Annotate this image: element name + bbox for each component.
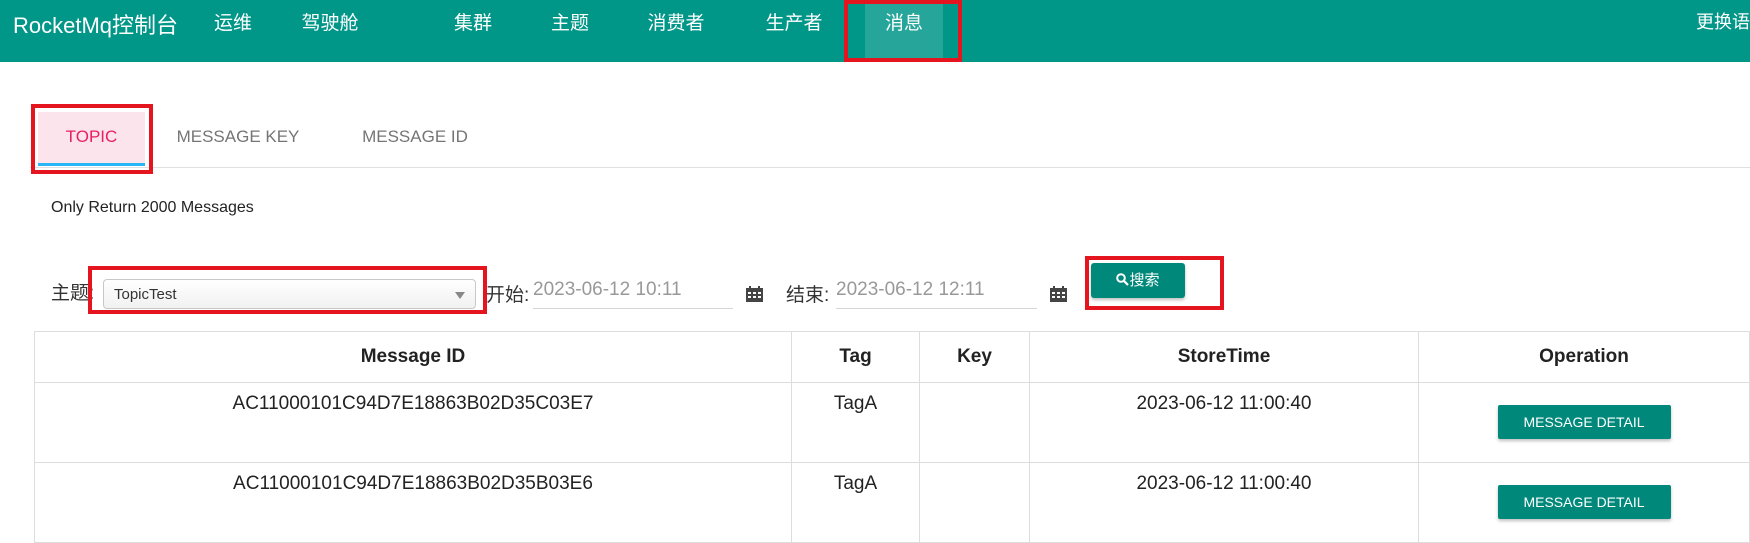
chevron-down-icon [455, 292, 465, 299]
cell-tag: TagA [791, 382, 920, 463]
col-header-store-time: StoreTime [1029, 331, 1419, 383]
topic-label: 主题: [51, 283, 95, 304]
end-label: 结束: [786, 285, 830, 306]
calendar-icon[interactable] [1050, 286, 1067, 302]
search-button[interactable]: 搜索 [1091, 263, 1185, 298]
cell-message-id: AC11000101C94D7E18863B02D35C03E7 [34, 382, 792, 463]
result-limit-note: Only Return 2000 Messages [51, 199, 254, 216]
cell-key [919, 462, 1030, 543]
tabs-divider [30, 167, 1750, 168]
search-button-label: 搜索 [1129, 272, 1160, 289]
cell-operation: MESSAGE DETAIL [1418, 382, 1750, 463]
cell-key [919, 382, 1030, 463]
message-detail-button[interactable]: MESSAGE DETAIL [1497, 405, 1671, 439]
col-header-tag: Tag [791, 331, 920, 383]
col-header-key: Key [919, 331, 1030, 383]
tab-topic[interactable]: TOPIC [38, 112, 145, 166]
start-time-input[interactable]: 2023-06-12 10:11 [533, 275, 733, 309]
nav-item-dashboard[interactable]: 驾驶舱 [300, 0, 360, 62]
nav-item-topic[interactable]: 主题 [549, 0, 591, 62]
brand-title[interactable]: RocketMq控制台 [13, 8, 178, 40]
nav-item-ops[interactable]: 运维 [212, 0, 254, 62]
nav-item-producer[interactable]: 生产者 [764, 0, 824, 62]
cell-message-id: AC11000101C94D7E18863B02D35B03E6 [34, 462, 792, 543]
start-label: 开始: [486, 285, 530, 306]
topic-select-value: TopicTest [114, 286, 177, 303]
message-detail-button[interactable]: MESSAGE DETAIL [1497, 485, 1671, 519]
message-table: Message ID Tag Key StoreTime Operation A… [34, 331, 1750, 543]
change-language-link[interactable]: 更换语 [1696, 8, 1750, 34]
table-header-row: Message ID Tag Key StoreTime Operation [34, 331, 1750, 383]
end-time-input[interactable]: 2023-06-12 12:11 [836, 275, 1037, 309]
cell-tag: TagA [791, 462, 920, 543]
nav-item-cluster[interactable]: 集群 [452, 0, 494, 62]
cell-operation: MESSAGE DETAIL [1418, 462, 1750, 543]
table-row: AC11000101C94D7E18863B02D35B03E6 TagA 20… [34, 462, 1750, 543]
nav-item-consumer[interactable]: 消费者 [646, 0, 706, 62]
search-icon [1116, 273, 1130, 286]
top-navbar: RocketMq控制台 运维 驾驶舱 集群 主题 消费者 生产者 消息 更换语 [0, 0, 1750, 62]
nav-item-message[interactable]: 消息 [865, 0, 943, 62]
col-header-message-id: Message ID [34, 331, 792, 383]
topic-select[interactable]: TopicTest [103, 279, 476, 309]
tab-message-key[interactable]: MESSAGE KEY [170, 112, 306, 166]
cell-store-time: 2023-06-12 11:00:40 [1029, 382, 1419, 463]
table-row: AC11000101C94D7E18863B02D35C03E7 TagA 20… [34, 382, 1750, 463]
tab-message-id[interactable]: MESSAGE ID [356, 112, 474, 166]
col-header-operation: Operation [1418, 331, 1750, 383]
calendar-icon[interactable] [746, 286, 763, 302]
cell-store-time: 2023-06-12 11:00:40 [1029, 462, 1419, 543]
